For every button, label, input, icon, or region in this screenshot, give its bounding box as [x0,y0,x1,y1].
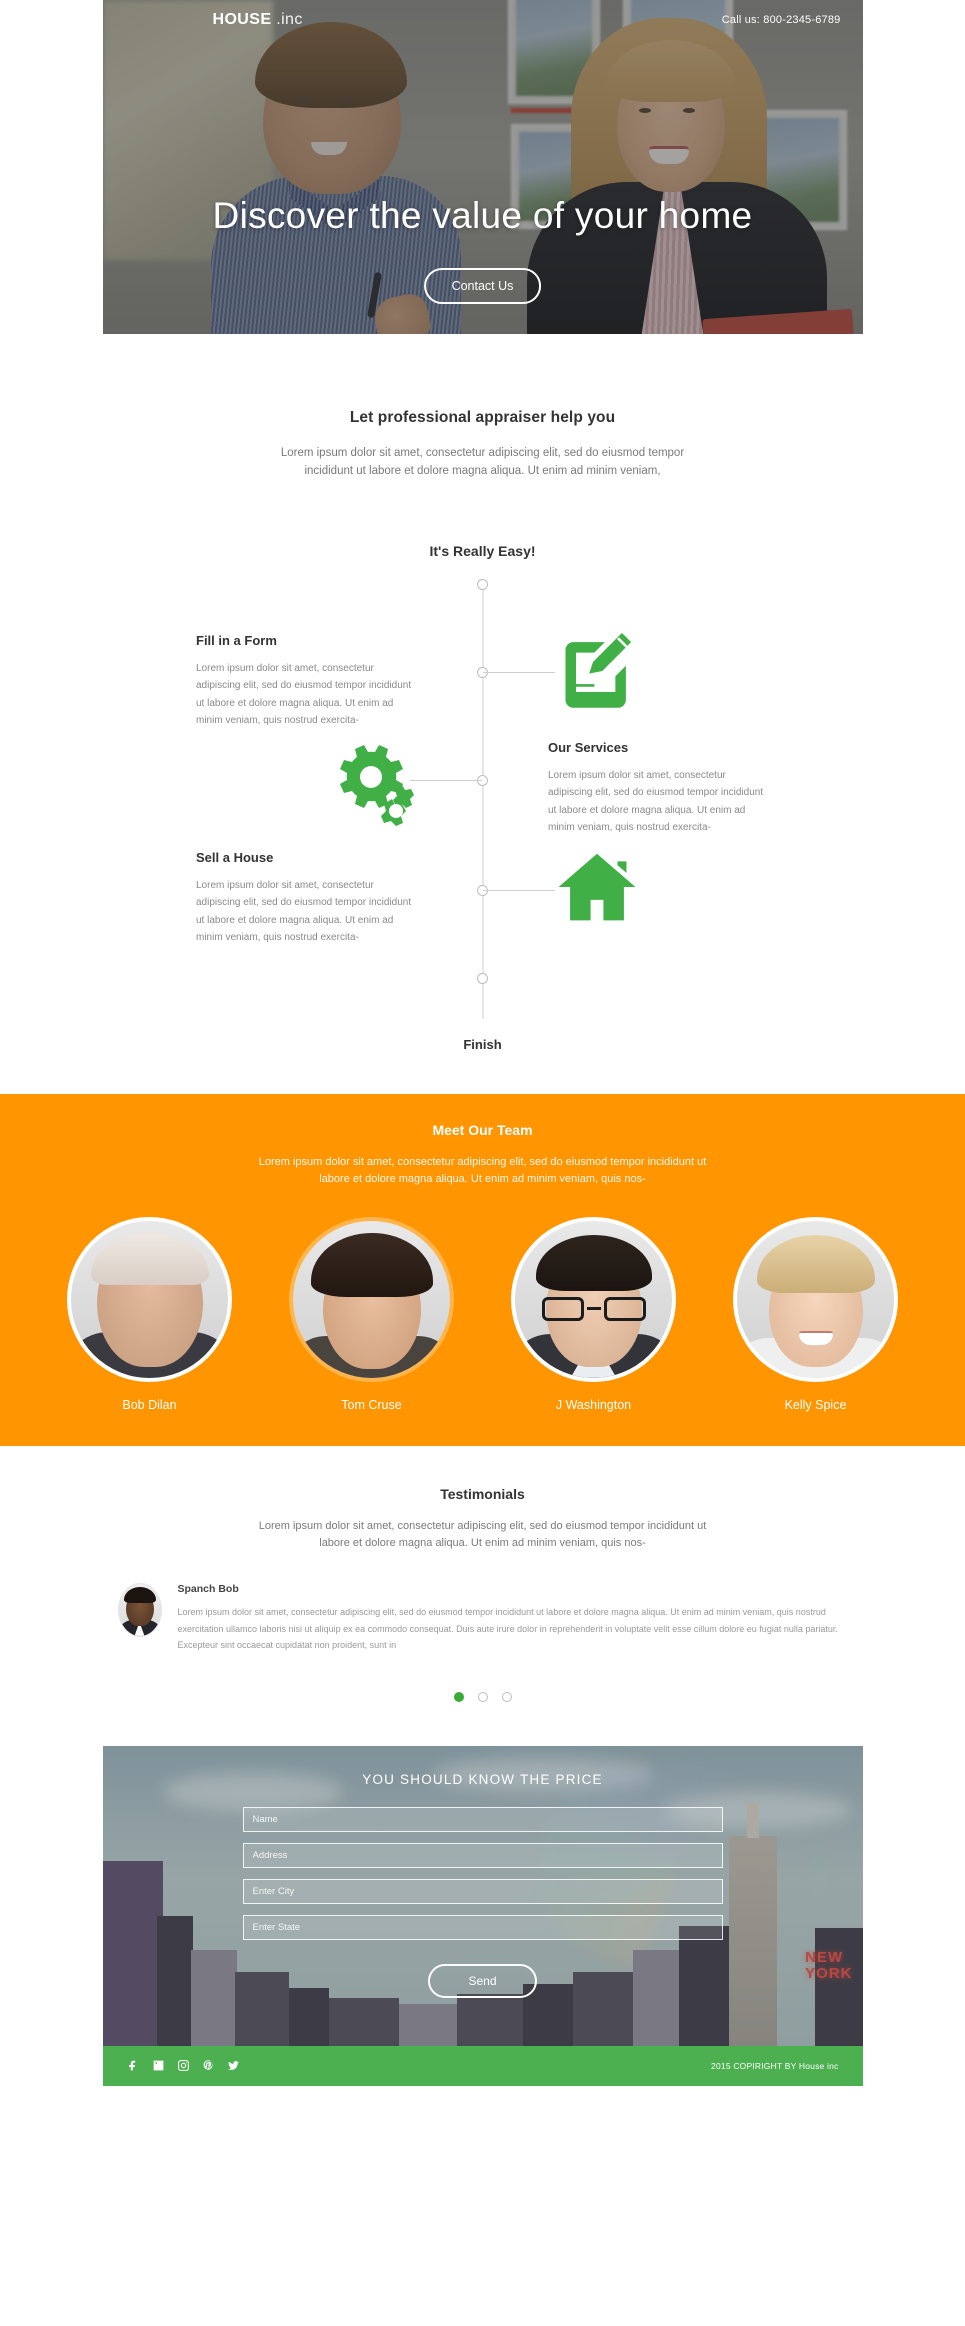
testimonial-text: Lorem ipsum dolor sit amet, consectetur … [177,1607,838,1651]
step-title: Our Services [548,739,629,755]
team-heading: Meet Our Team [432,1121,533,1138]
team-member-name: Bob Dilan [122,1397,177,1412]
site-footer: 2015 COPIRIGHT BY House inc [102,2045,863,2086]
avatar [289,1216,454,1382]
pager-dot-1[interactable] [453,1691,464,1702]
house-icon [556,851,638,928]
linkedin-icon[interactable] [152,2059,165,2072]
step-text: Lorem ipsum dolor sit amet, consectetur … [196,879,412,944]
landing-page: HOUSE .inc Call us: 800-2345-6789 Discov… [0,0,965,2106]
testimonials-paragraph: Lorem ipsum dolor sit amet, consectetur … [258,1519,707,1550]
city-input[interactable] [242,1878,723,1904]
testimonial-pager [0,1691,965,1702]
logo-secondary: .inc [271,11,303,28]
process-heading: It's Really Easy! [429,542,536,559]
gears-icon [320,739,430,836]
social-links [127,2059,240,2072]
step-block-fill-in-a-form: Fill in a Form Lorem ipsum dolor sit ame… [196,633,416,730]
team-member-bob-dilan[interactable]: Bob Dilan [50,1216,250,1412]
process-section: It's Really Easy! Fill in a Form Lorem i… [0,543,965,1094]
avatar [733,1216,898,1382]
testimonial-author: Spanch Bob [177,1583,239,1595]
step-text: Lorem ipsum dolor sit amet, consectetur … [548,769,764,834]
twitter-icon[interactable] [227,2059,240,2072]
copyright-text: 2015 COPIRIGHT BY House inc [711,2060,839,2071]
price-request-form: Send [242,1806,723,1998]
timeline-connector-1 [483,671,555,673]
team-section: Meet Our Team Lorem ipsum dolor sit amet… [0,1093,965,1446]
pinterest-icon[interactable] [202,2059,215,2072]
cta-heading: YOU SHOULD KNOW THE PRICE [362,1771,603,1787]
pager-dot-3[interactable] [501,1691,512,1702]
header-phone[interactable]: Call us: 800-2345-6789 [722,14,841,26]
testimonial-avatar [117,1583,162,1637]
address-input[interactable] [242,1842,723,1868]
contact-us-button[interactable]: Contact Us [423,268,542,304]
pencil-edit-icon [555,629,639,718]
instagram-icon[interactable] [177,2059,190,2072]
testimonials-heading: Testimonials [440,1485,525,1502]
intro-section: Let professional appraiser help you Lore… [0,334,965,481]
facebook-icon[interactable] [127,2059,140,2072]
intro-heading: Let professional appraiser help you [349,409,616,426]
process-timeline: Fill in a Form Lorem ipsum dolor sit ame… [0,577,965,1027]
team-member-name: J Washington [555,1397,632,1412]
testimonial-item: Spanch Bob Lorem ipsum dolor sit amet, c… [117,1583,848,1666]
step-text: Lorem ipsum dolor sit amet, consectetur … [196,662,412,727]
avatar [67,1216,232,1382]
price-form-section: NEWYORK YOU SHOULD KNOW THE PRICE Send [102,1745,863,2046]
step-block-sell-a-house: Sell a House Lorem ipsum dolor sit amet,… [196,850,416,947]
avatar [511,1216,676,1382]
team-member-tom-cruse[interactable]: Tom Cruse [272,1216,472,1412]
send-button[interactable]: Send [428,1963,537,1998]
team-members-row: Bob Dilan Tom Cruse J Washington Kelly S… [0,1216,965,1412]
step-block-our-services: Our Services Lorem ipsum dolor sit amet,… [548,740,768,837]
team-paragraph: Lorem ipsum dolor sit amet, consectetur … [258,1155,707,1186]
team-member-j-washington[interactable]: J Washington [494,1216,694,1412]
glasses-icon [541,1296,646,1321]
step-title: Sell a House [196,849,274,865]
state-input[interactable] [242,1914,723,1940]
site-logo[interactable]: HOUSE .inc [213,11,303,29]
logo-primary: HOUSE [212,11,272,28]
pager-dot-2[interactable] [477,1691,488,1702]
timeline-spine [482,584,483,1019]
intro-paragraph: Lorem ipsum dolor sit amet, consectetur … [280,447,685,477]
team-member-name: Kelly Spice [784,1397,847,1412]
testimonials-section: Testimonials Lorem ipsum dolor sit amet,… [0,1445,965,1726]
name-input[interactable] [242,1806,723,1832]
team-member-kelly-spice[interactable]: Kelly Spice [716,1216,916,1412]
step-title: Fill in a Form [196,632,277,648]
timeline-connector-3 [483,889,555,891]
hero-section: HOUSE .inc Call us: 800-2345-6789 Discov… [102,0,863,334]
process-finish-label: Finish [463,1036,502,1052]
hero-headline: Discover the value of your home [212,195,753,236]
timeline-node-start [477,578,488,590]
timeline-node-end [477,972,488,984]
team-member-name: Tom Cruse [341,1397,402,1412]
